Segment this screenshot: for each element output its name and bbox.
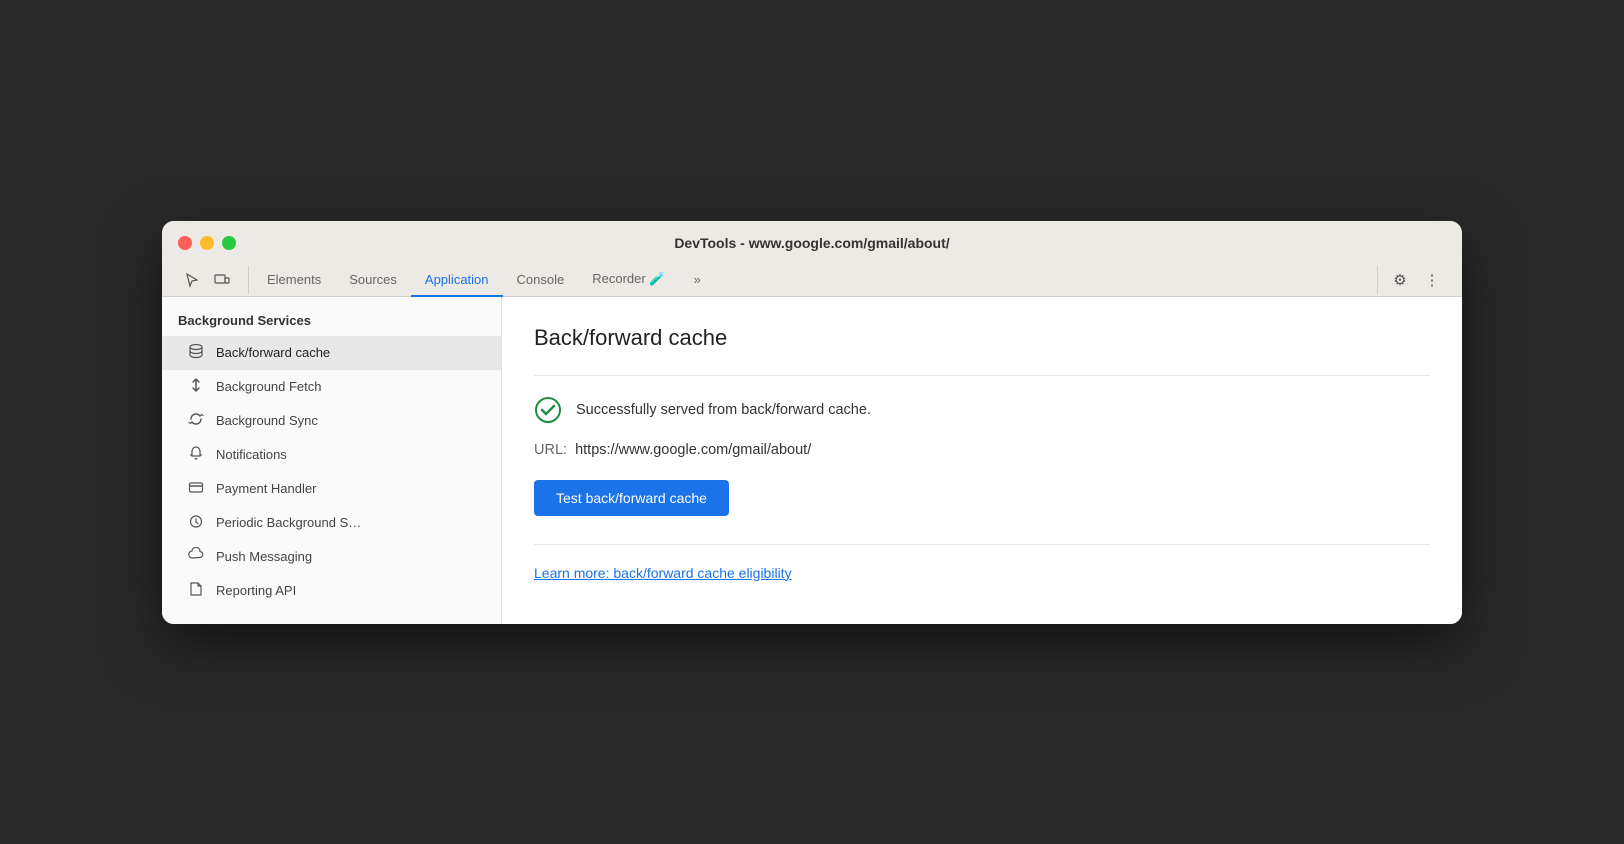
tab-recorder[interactable]: Recorder 🧪 (578, 265, 679, 297)
tab-sources[interactable]: Sources (335, 266, 411, 297)
cursor-icon[interactable] (178, 266, 206, 294)
sync-icon (186, 411, 206, 431)
sidebar-item-label: Back/forward cache (216, 345, 330, 360)
sidebar-item-label: Background Sync (216, 413, 318, 428)
success-text: Successfully served from back/forward ca… (576, 402, 871, 418)
sidebar-item-reporting-api[interactable]: Reporting API (162, 574, 501, 608)
close-button[interactable] (178, 236, 192, 250)
database-icon (186, 343, 206, 363)
sidebar-item-push-messaging[interactable]: Push Messaging (162, 540, 501, 574)
sidebar-item-label: Payment Handler (216, 481, 316, 496)
toolbar-icons (178, 266, 249, 294)
sidebar-item-background-sync[interactable]: Background Sync (162, 404, 501, 438)
sidebar-item-label: Notifications (216, 447, 287, 462)
cloud-icon (186, 547, 206, 567)
panel-section-status: Successfully served from back/forward ca… (534, 375, 1430, 524)
card-icon (186, 479, 206, 499)
toolbar: Elements Sources Application Console Rec… (178, 261, 1446, 296)
tabs: Elements Sources Application Console Rec… (253, 265, 1377, 296)
sidebar-item-background-fetch[interactable]: Background Fetch (162, 370, 501, 404)
document-icon (186, 581, 206, 601)
tab-application[interactable]: Application (411, 266, 503, 297)
sidebar-item-label: Push Messaging (216, 549, 312, 564)
sidebar-item-label: Reporting API (216, 583, 296, 598)
main-content: Background Services Back/forward cache B… (162, 297, 1462, 624)
success-icon (534, 396, 562, 424)
traffic-lights (178, 236, 236, 250)
sidebar-item-notifications[interactable]: Notifications (162, 438, 501, 472)
minimize-button[interactable] (200, 236, 214, 250)
upload-download-icon (186, 377, 206, 397)
window-title: DevTools - www.google.com/gmail/about/ (674, 235, 949, 251)
panel-section-learn-more: Learn more: back/forward cache eligibili… (534, 544, 1430, 583)
test-button[interactable]: Test back/forward cache (534, 480, 729, 516)
learn-more-link[interactable]: Learn more: back/forward cache eligibili… (534, 565, 792, 581)
sidebar-item-label: Background Fetch (216, 379, 322, 394)
sidebar-section-title: Background Services (162, 313, 501, 336)
sidebar-item-payment-handler[interactable]: Payment Handler (162, 472, 501, 506)
url-row: URL: https://www.google.com/gmail/about/ (534, 442, 1430, 458)
url-value: https://www.google.com/gmail/about/ (575, 442, 811, 458)
titlebar-top: DevTools - www.google.com/gmail/about/ (178, 235, 1446, 261)
device-toggle-icon[interactable] (208, 266, 236, 294)
clock-icon (186, 513, 206, 533)
more-options-icon[interactable]: ⋮ (1418, 266, 1446, 294)
sidebar-item-label: Periodic Background S… (216, 515, 361, 530)
tab-more[interactable]: » (679, 266, 714, 297)
tab-console[interactable]: Console (503, 266, 579, 297)
toolbar-right: ⚙ ⋮ (1377, 266, 1446, 294)
titlebar: DevTools - www.google.com/gmail/about/ E… (162, 221, 1462, 297)
settings-icon[interactable]: ⚙ (1386, 266, 1414, 294)
devtools-window: DevTools - www.google.com/gmail/about/ E… (162, 221, 1462, 624)
sidebar-item-periodic-background-sync[interactable]: Periodic Background S… (162, 506, 501, 540)
sidebar-item-back-forward-cache[interactable]: Back/forward cache (162, 336, 501, 370)
maximize-button[interactable] (222, 236, 236, 250)
tab-elements[interactable]: Elements (253, 266, 335, 297)
panel-title: Back/forward cache (534, 325, 1430, 351)
success-row: Successfully served from back/forward ca… (534, 396, 1430, 424)
sidebar: Background Services Back/forward cache B… (162, 297, 502, 624)
panel: Back/forward cache Successfully served f… (502, 297, 1462, 624)
url-label: URL: (534, 442, 567, 458)
bell-icon (186, 445, 206, 465)
